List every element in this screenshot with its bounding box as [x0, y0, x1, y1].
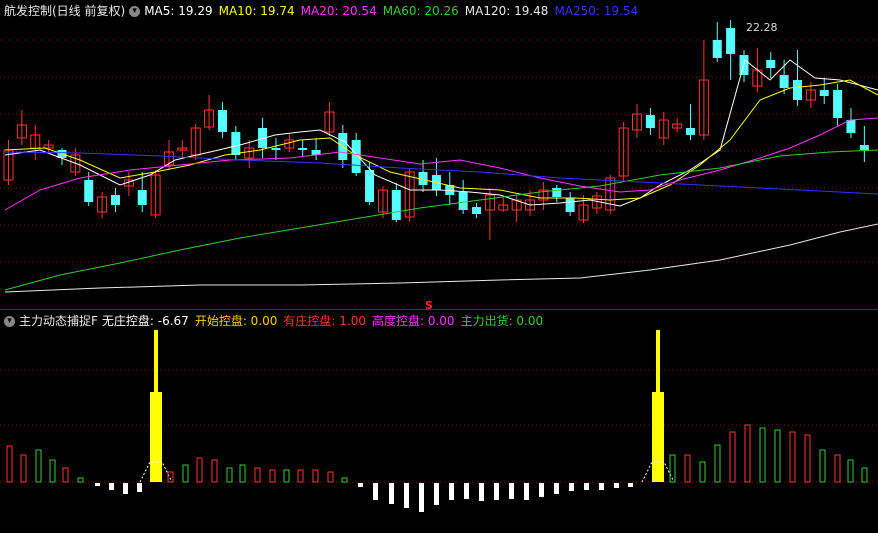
indicator-bar: [312, 469, 319, 483]
indicator-bar: [804, 434, 811, 483]
indicator-bar: [49, 459, 56, 483]
candle-body: [271, 148, 281, 150]
grid-lines: [0, 39, 878, 483]
candle-body: [686, 128, 696, 135]
candle-body: [846, 120, 856, 133]
indicator-bar: [211, 459, 218, 483]
indicator-bar: [729, 431, 736, 483]
candle-body: [819, 90, 829, 96]
candle-body: [766, 60, 776, 68]
candle-body: [779, 75, 789, 88]
indicator-bar: [684, 454, 691, 483]
ma-line: [4, 117, 878, 211]
indicator-bar: [269, 469, 276, 483]
indicator-bar: [861, 467, 868, 483]
indicator-bar: [789, 431, 796, 483]
candle-body: [217, 110, 227, 132]
indicator-bar: [819, 449, 826, 483]
indicator-bar: [834, 454, 841, 483]
candle-body: [458, 192, 468, 210]
indicator-bar: [584, 483, 589, 490]
indicator-bar: [283, 469, 290, 483]
indicator-bar: [20, 454, 27, 483]
indicator-bar: [137, 483, 142, 492]
indicator-bar: [297, 469, 304, 483]
ma-line: [4, 149, 878, 291]
candle-body: [110, 195, 120, 205]
indicator-bar: [614, 483, 619, 488]
candle-body: [298, 148, 308, 150]
indicator-bar: [226, 467, 233, 483]
indicator-bar: [744, 424, 751, 483]
indicator-bar: [327, 471, 334, 483]
candle-body: [833, 90, 843, 118]
indicator-bar: [479, 483, 484, 501]
spike-bar: [652, 392, 664, 482]
signal-marker[interactable]: S: [425, 299, 433, 312]
indicator-bar: [404, 483, 409, 508]
indicator-bar: [759, 427, 766, 483]
indicator-bar: [358, 483, 363, 487]
indicator-bar: [123, 483, 128, 494]
indicator-bar: [628, 483, 633, 487]
indicator-bar: [699, 461, 706, 483]
stock-chart[interactable]: 22.28 S: [0, 0, 878, 533]
indicator-bar: [254, 467, 261, 483]
candle-body: [391, 190, 401, 220]
candle-body: [792, 80, 802, 100]
indicator-bar: [524, 483, 529, 500]
indicator-bar: [6, 445, 13, 483]
indicator-bar: [847, 459, 854, 483]
candle-body: [552, 188, 562, 197]
indicator-bar: [239, 464, 246, 483]
indicator-bar: [389, 483, 394, 504]
indicator-bar: [494, 483, 499, 500]
indicator-bar: [554, 483, 559, 494]
indicator-bar: [167, 471, 174, 483]
candle-body: [365, 170, 375, 202]
spike-bar: [150, 392, 162, 482]
spike-bar: [154, 330, 158, 392]
ma-line: [4, 223, 878, 293]
indicator-bar: [77, 477, 84, 483]
indicator-bar: [434, 483, 439, 505]
indicator-bar: [109, 483, 114, 490]
spike-bar: [656, 330, 660, 392]
candle-body: [231, 132, 241, 155]
indicator-bar: [464, 483, 469, 499]
moving-average-lines: [4, 59, 878, 293]
ma-line: [4, 79, 878, 201]
indicator-bar: [341, 477, 348, 483]
indicator-bar: [774, 429, 781, 483]
indicator-bar: [35, 449, 42, 483]
candle-body: [472, 207, 482, 214]
indicator-bars: [6, 330, 868, 512]
indicator-bar: [449, 483, 454, 500]
candle-body: [645, 115, 655, 128]
indicator-bar: [62, 467, 69, 483]
indicator-bar: [509, 483, 514, 499]
indicator-bar: [95, 483, 100, 486]
candlesticks: [3, 20, 869, 240]
indicator-bar: [539, 483, 544, 497]
candle-body: [726, 28, 736, 54]
candle-body: [859, 145, 869, 150]
candle-body: [712, 40, 722, 58]
candle-body: [84, 180, 94, 202]
ma-line: [4, 151, 878, 195]
indicator-bar: [599, 483, 604, 490]
indicator-bar: [182, 464, 189, 483]
indicator-bar: [419, 483, 424, 512]
indicator-bar: [196, 457, 203, 483]
candle-body: [137, 190, 147, 205]
candle-body: [565, 198, 575, 212]
indicator-bar: [373, 483, 378, 500]
indicator-bar: [714, 444, 721, 483]
indicator-bar: [569, 483, 574, 491]
candle-body: [351, 140, 361, 173]
high-price-label: 22.28: [746, 21, 778, 34]
